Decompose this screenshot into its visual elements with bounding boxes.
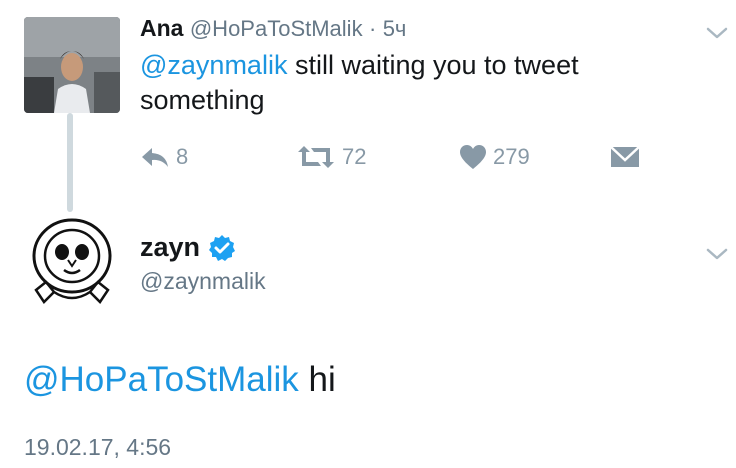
heart-icon [460,145,486,169]
like-button[interactable]: 279 [459,142,530,172]
author-name[interactable]: zayn [140,232,200,263]
reply-tweet-text: @zaynmalik still waiting you to tweet so… [140,48,660,118]
avatar-drawing [32,218,112,304]
retweet-button[interactable]: 72 [296,142,366,172]
reply-button[interactable]: 8 [140,142,188,172]
separator-dot: · [368,16,377,41]
reply-tweet-header: Ana @HoPaToStMalik · 5ч [140,15,406,42]
like-count: 279 [493,144,530,169]
reply-arrow-icon [142,148,168,167]
tweet-time[interactable]: 5ч [383,16,407,41]
chevron-down-icon[interactable] [706,26,728,40]
tweet-body: hi [298,360,336,399]
author-handle[interactable]: @zaynmalik [140,268,266,295]
author-name[interactable]: Ana [140,15,183,41]
verified-badge-icon [209,234,236,261]
chevron-down-icon[interactable] [706,247,728,261]
envelope-icon [610,146,640,167]
reply-count: 8 [176,144,189,169]
direct-message-button[interactable] [610,142,640,172]
avatar-zayn[interactable] [24,212,120,308]
main-tweet-author: zayn [140,232,236,263]
avatar-ana[interactable] [24,17,120,113]
avatar-photo [24,17,120,113]
retweet-count: 72 [342,144,367,169]
author-handle[interactable]: @HoPaToStMalik [190,16,363,41]
main-tweet-text: @HoPaToStMalik hi [24,360,336,400]
retweet-icon [298,146,334,168]
tweet-timestamp[interactable]: 19.02.17, 4:56 [24,434,171,461]
mention-link[interactable]: @HoPaToStMalik [24,360,299,399]
thread-line [67,113,73,212]
mention-link[interactable]: @zaynmalik [140,50,287,80]
